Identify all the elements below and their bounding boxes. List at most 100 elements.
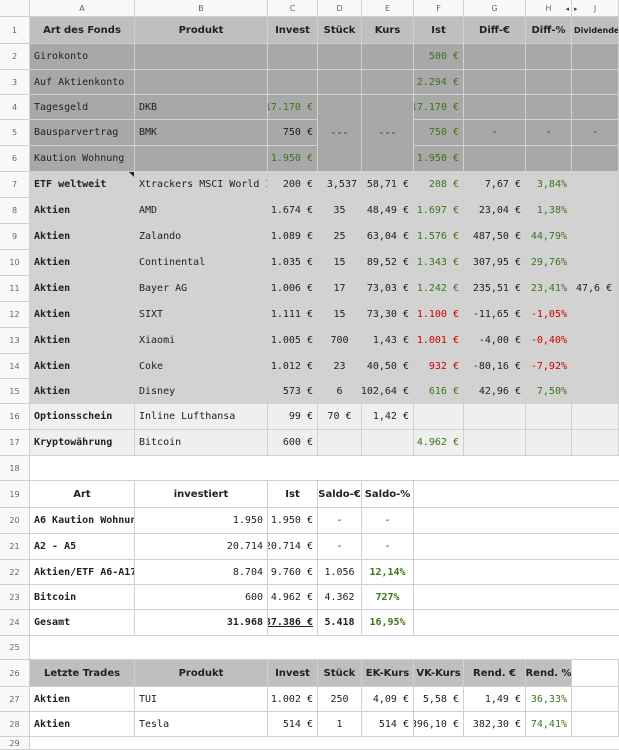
cell-b4[interactable]: DKB — [135, 95, 268, 120]
cell-a9[interactable]: Aktien — [30, 224, 135, 250]
cell-a8[interactable]: Aktien — [30, 198, 135, 224]
hidden-column-right-arrow-icon[interactable]: ◂ — [565, 5, 569, 13]
cell-b9[interactable]: Zalando — [135, 224, 268, 250]
cell-j17[interactable] — [572, 430, 619, 456]
cell-h11[interactable]: 23,41% — [526, 276, 572, 302]
cell-h14[interactable]: -7,92% — [526, 354, 572, 379]
cell-h7[interactable]: 3,84% — [526, 172, 572, 198]
cell-e17[interactable] — [362, 430, 414, 456]
col-header-f[interactable]: F — [414, 0, 464, 17]
cell-j2[interactable] — [572, 44, 619, 70]
empty-row-cells[interactable] — [30, 456, 619, 481]
cell-f1[interactable]: Ist — [414, 17, 464, 44]
cell-a5[interactable]: Bausparvertrag — [30, 120, 135, 146]
cell-a16[interactable]: Optionsschein — [30, 404, 135, 430]
cell-b5[interactable]: BMK — [135, 120, 268, 146]
cell-a13[interactable]: Aktien — [30, 328, 135, 354]
cell-e9[interactable]: 63,04 € — [362, 224, 414, 250]
cell-h17[interactable] — [526, 430, 572, 456]
row-number[interactable]: 2 — [0, 44, 30, 70]
col-header-h[interactable]: H ◂ — [526, 0, 572, 17]
cell-c19[interactable]: Ist — [268, 481, 318, 508]
cell-g27[interactable]: 1,49 € — [464, 687, 526, 712]
row-number[interactable]: 27 — [0, 687, 30, 712]
cell-e3[interactable] — [362, 70, 414, 95]
cell-e21[interactable]: - — [362, 534, 414, 560]
hidden-column-left-arrow-icon[interactable]: ▸ — [574, 5, 578, 13]
cell-b13[interactable]: Xiaomi — [135, 328, 268, 354]
cell-b22[interactable]: 8.704 — [135, 560, 268, 585]
cell-e12[interactable]: 73,30 € — [362, 302, 414, 328]
empty-row-cells[interactable] — [30, 636, 619, 660]
cell-a27[interactable]: Aktien — [30, 687, 135, 712]
row-number[interactable]: 18 — [0, 456, 30, 481]
cell-e1[interactable]: Kurs — [362, 17, 414, 44]
cell-g8[interactable]: 23,04 € — [464, 198, 526, 224]
cell-b16[interactable]: Inline Lufthansa — [135, 404, 268, 430]
cell-h4[interactable] — [526, 95, 572, 120]
cell-c23[interactable]: 4.962 € — [268, 585, 318, 610]
cell-d1[interactable]: Stück — [318, 17, 362, 44]
row-number[interactable]: 29 — [0, 737, 30, 750]
cell-f15[interactable]: 616 € — [414, 379, 464, 404]
cell-c28[interactable]: 514 € — [268, 712, 318, 737]
row-number[interactable]: 20 — [0, 508, 30, 534]
cell-j15[interactable] — [572, 379, 619, 404]
cell-f2[interactable]: 500 € — [414, 44, 464, 70]
cell-d17[interactable] — [318, 430, 362, 456]
row-number[interactable]: 26 — [0, 660, 30, 687]
cell-d20[interactable]: - — [318, 508, 362, 534]
cell-b27[interactable]: TUI — [135, 687, 268, 712]
cell-d22[interactable]: 1.056 — [318, 560, 362, 585]
cell-d8[interactable]: 35 — [318, 198, 362, 224]
cell-d15[interactable]: 6 — [318, 379, 362, 404]
cell-e8[interactable]: 48,49 € — [362, 198, 414, 224]
cell-f14[interactable]: 932 € — [414, 354, 464, 379]
cell-c22[interactable]: 9.760 € — [268, 560, 318, 585]
cell-g17[interactable] — [464, 430, 526, 456]
empty-cells[interactable] — [414, 585, 619, 610]
cell-h2[interactable] — [526, 44, 572, 70]
cell-b24[interactable]: 31.968 — [135, 610, 268, 636]
cell-g9[interactable]: 487,50 € — [464, 224, 526, 250]
cell-g12[interactable]: -11,65 € — [464, 302, 526, 328]
cell-f3[interactable]: 2.294 € — [414, 70, 464, 95]
cell-h1[interactable]: Diff-% — [526, 17, 572, 44]
cell-c16[interactable]: 99 € — [268, 404, 318, 430]
cell-g7[interactable]: 7,67 € — [464, 172, 526, 198]
cell-a21[interactable]: A2 - A5 — [30, 534, 135, 560]
cell-j7[interactable] — [572, 172, 619, 198]
cell-b8[interactable]: AMD — [135, 198, 268, 224]
empty-cells[interactable] — [414, 560, 619, 585]
cell-g2[interactable] — [464, 44, 526, 70]
cell-h5[interactable]: - — [526, 120, 572, 146]
cell-d4-merged[interactable]: --- — [318, 95, 362, 172]
cell-j26[interactable] — [572, 660, 619, 687]
cell-g15[interactable]: 42,96 € — [464, 379, 526, 404]
cell-g16[interactable] — [464, 404, 526, 430]
row-number[interactable]: 15 — [0, 379, 30, 404]
row-number[interactable]: 25 — [0, 636, 30, 660]
cell-e13[interactable]: 1,43 € — [362, 328, 414, 354]
cell-f6[interactable]: 1.950 € — [414, 146, 464, 172]
row-number[interactable]: 14 — [0, 354, 30, 379]
cell-f4[interactable]: 17.170 € — [414, 95, 464, 120]
cell-e27[interactable]: 4,09 € — [362, 687, 414, 712]
cell-g28[interactable]: 382,30 € — [464, 712, 526, 737]
col-header-g[interactable]: G — [464, 0, 526, 17]
col-header-d[interactable]: D — [318, 0, 362, 17]
cell-d27[interactable]: 250 — [318, 687, 362, 712]
cell-j14[interactable] — [572, 354, 619, 379]
cell-d3[interactable] — [318, 70, 362, 95]
cell-c20[interactable]: 1.950 € — [268, 508, 318, 534]
row-number[interactable]: 21 — [0, 534, 30, 560]
cell-c13[interactable]: 1.005 € — [268, 328, 318, 354]
cell-h15[interactable]: 7,50% — [526, 379, 572, 404]
cell-a6[interactable]: Kaution Wohnung — [30, 146, 135, 172]
cell-b14[interactable]: Coke — [135, 354, 268, 379]
cell-c14[interactable]: 1.012 € — [268, 354, 318, 379]
cell-f26[interactable]: VK-Kurs — [414, 660, 464, 687]
cell-g11[interactable]: 235,51 € — [464, 276, 526, 302]
cell-h28[interactable]: 74,41% — [526, 712, 572, 737]
cell-h27[interactable]: 36,33% — [526, 687, 572, 712]
